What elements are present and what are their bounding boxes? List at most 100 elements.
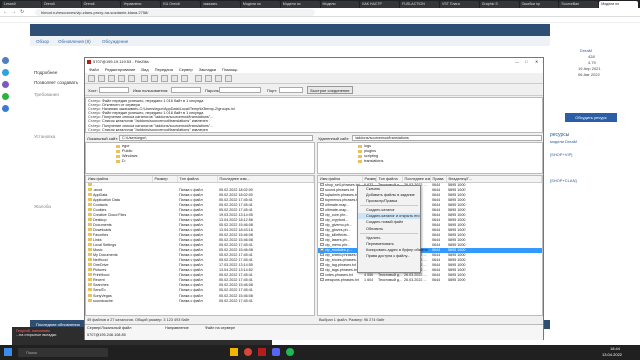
messenger-icon[interactable]	[2, 105, 9, 112]
local-tree[interactable]: egor Public Windows D:	[85, 142, 315, 174]
telegram-icon[interactable]	[2, 69, 9, 76]
viber-icon[interactable]	[2, 81, 9, 88]
clock-date[interactable]: 13.04.2022	[602, 352, 622, 357]
author-name[interactable]: DreaM	[580, 48, 592, 53]
menu-help[interactable]: Помощь	[222, 66, 237, 73]
browser-tab[interactable]: Orendi	[81, 1, 121, 8]
reconnect-icon[interactable]	[181, 75, 188, 82]
tab-overview[interactable]: Обзор	[36, 39, 49, 44]
browser-tab[interactable]: FUSLACTION	[400, 1, 439, 8]
back-icon[interactable]: ←	[3, 9, 8, 15]
queue-row[interactable]: 5707@195.248.108.85	[87, 333, 126, 337]
browser-tab[interactable]: KU Orendi	[161, 1, 201, 8]
app-icon[interactable]	[2, 57, 9, 64]
remote-path-input[interactable]: /addons/sourcemod/translations	[352, 135, 542, 141]
toggle-tree-icon[interactable]	[108, 75, 115, 82]
menu-file[interactable]: Файл	[89, 66, 99, 73]
discuss-resource-button[interactable]: Обсудить ресурс	[565, 113, 617, 122]
search-input[interactable]: Поиск	[18, 348, 108, 357]
browser-tab[interactable]: Модели по	[599, 1, 638, 8]
author-resources-link[interactable]: модели DreaM	[550, 139, 577, 144]
discord-icon[interactable]	[272, 348, 280, 356]
maximize-icon[interactable]: □	[525, 58, 527, 66]
tree-item[interactable]: D:	[116, 159, 314, 164]
host-field[interactable]	[99, 87, 129, 93]
local-path-input[interactable]: C:\Users\egor\	[119, 135, 313, 141]
whatsapp-icon[interactable]	[2, 93, 9, 100]
menu-bookmarks[interactable]: Закладки	[199, 66, 216, 73]
close-icon[interactable]: ✕	[535, 58, 538, 66]
file-row[interactable]: soundcache Папка с файл 05.02.2022 17:45:4…	[86, 298, 314, 304]
folder-icon	[88, 278, 92, 282]
browser-tab[interactable]: заказать	[201, 1, 240, 8]
updated-date: 06 Авг 2022	[578, 72, 600, 77]
browser-tab[interactable]: Модели по	[240, 1, 280, 8]
clock-time[interactable]: 18:44	[610, 346, 620, 351]
log-message: Список каталогов "/addons/sourcemod/tran…	[102, 127, 208, 132]
tree-item[interactable]: translations	[358, 159, 542, 164]
related-link-1[interactable]: [SHOP+VIP]	[550, 152, 572, 157]
minimize-icon[interactable]: —	[515, 58, 519, 66]
transfer-queue[interactable]: Сервер/Локальный файл Направление Файл н…	[85, 324, 543, 340]
site-manager-icon[interactable]	[88, 75, 95, 82]
browser-tab[interactable]: SourceBan	[559, 1, 599, 8]
explorer-icon[interactable]	[230, 348, 238, 356]
context-menu-item[interactable]: Обновить	[358, 226, 420, 232]
start-icon[interactable]	[4, 348, 12, 356]
menu-view[interactable]: Вид	[141, 66, 148, 73]
remote-tree[interactable]: logs plugins scripting translations	[317, 142, 543, 174]
browser-tab[interactable]: Orendi	[41, 1, 81, 8]
browser-tab[interactable]: Ошибки пр	[519, 1, 559, 8]
menu-edit[interactable]: Редактирование	[105, 66, 135, 73]
toggle-log-icon[interactable]	[98, 75, 105, 82]
sync-browse-icon[interactable]	[215, 75, 222, 82]
file-name: SonyVegas	[93, 293, 112, 298]
compare-icon[interactable]	[205, 75, 212, 82]
related-link-2[interactable]: [SHOP+CLAN]	[550, 178, 577, 183]
process-queue-icon[interactable]	[151, 75, 158, 82]
folder-icon	[88, 273, 92, 277]
toggle-remote-tree-icon[interactable]	[118, 75, 125, 82]
context-menu-item[interactable]: Просмотр/Правка	[358, 198, 420, 204]
description-text: Позволяет создавать	[34, 80, 79, 85]
context-menu-item[interactable]: Права доступа к файлу...	[358, 253, 420, 259]
search-icon[interactable]	[225, 75, 232, 82]
password-field[interactable]	[219, 87, 261, 93]
menu-server[interactable]: Сервер	[179, 66, 193, 73]
browser-tab[interactable]: Модели	[320, 1, 360, 8]
url-input[interactable]: hlmod.ru/resources/vip-zlans-proxy-na-so…	[35, 9, 315, 16]
file-name: NetHood	[93, 258, 108, 263]
port-field[interactable]	[279, 87, 303, 93]
refresh-icon[interactable]	[141, 75, 148, 82]
browser-tab[interactable]: VST Плаги	[439, 1, 479, 8]
folder-icon	[88, 212, 92, 216]
browser-tab[interactable]: Управлени	[121, 1, 161, 8]
tab-discussion[interactable]: Обсуждение	[102, 39, 128, 44]
folder-icon	[88, 187, 92, 191]
filezilla-taskbar-icon[interactable]	[258, 348, 266, 356]
browser-tab[interactable]: Graphic S	[479, 1, 519, 8]
remote-file-list[interactable]: Имя файлаРазмерТип файлаПоследнее изм...…	[317, 175, 543, 316]
disconnect-icon[interactable]	[171, 75, 178, 82]
browser-tab[interactable]: Lesan0	[2, 1, 41, 8]
quickconnect-button[interactable]: Быстрое соединение	[307, 86, 353, 94]
file-icon	[320, 187, 324, 191]
file-name: Searches	[93, 283, 109, 288]
local-file-list[interactable]: Имя файла Размер Тип файла Последнее изм...…	[85, 175, 315, 316]
browser-tab[interactable]: КАК НАСТР	[360, 1, 400, 8]
forward-icon[interactable]: →	[11, 9, 16, 15]
browser-icon[interactable]	[244, 348, 252, 356]
file-name: Recent	[93, 278, 105, 283]
cancel-icon[interactable]	[161, 75, 168, 82]
queue-icon[interactable]	[128, 75, 135, 82]
reload-icon[interactable]: ↻	[20, 9, 24, 15]
tab-updates[interactable]: Обновления (8)	[58, 39, 91, 44]
browser-tab[interactable]: Модели по	[280, 1, 320, 8]
filezilla-window: 5707@195.19.119.53 - FileZilla — □ ✕ Фай…	[84, 57, 544, 340]
filter-icon[interactable]	[195, 75, 202, 82]
menu-transfer[interactable]: Передача	[155, 66, 173, 73]
username-field[interactable]	[171, 87, 201, 93]
app-taskbar-icon[interactable]	[286, 348, 294, 356]
message-log[interactable]: Статус: Файл передан успешно, передано 1 …	[85, 97, 543, 133]
file-row[interactable]: weapons.phrases.txt 1 604 Текстовый д... 26…	[318, 278, 542, 283]
